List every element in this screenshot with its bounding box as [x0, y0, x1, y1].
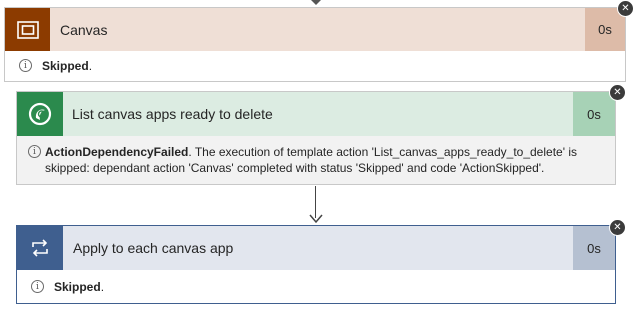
close-icon[interactable]: ✕ — [609, 84, 626, 101]
dataverse-icon — [28, 102, 52, 126]
loop-icon — [32, 239, 48, 257]
info-icon: i — [31, 280, 44, 293]
dataverse-icon-box — [17, 92, 63, 136]
action-status: i ActionDependencyFailed. The execution … — [17, 136, 615, 184]
status-suffix: . — [88, 59, 93, 73]
action-title: Canvas — [60, 21, 108, 38]
action-card-canvas[interactable]: Canvas 0s i Skipped. — [4, 7, 626, 82]
action-header[interactable]: Canvas 0s — [5, 8, 625, 51]
action-title: Apply to each canvas app — [73, 240, 234, 256]
status-label: Skipped — [42, 59, 89, 73]
status-suffix: . — [100, 280, 105, 294]
scope-icon — [16, 20, 39, 39]
info-icon: i — [28, 145, 41, 158]
scope-icon-box — [5, 8, 50, 51]
status-text: Skipped. — [42, 59, 92, 73]
incoming-connector-caret — [311, 0, 321, 5]
arrow-down-icon — [309, 214, 323, 224]
status-label: ActionDependencyFailed — [45, 145, 189, 159]
action-card-list-canvas-apps[interactable]: List canvas apps ready to delete 0s i Ac… — [16, 91, 616, 185]
action-status: i Skipped. — [17, 270, 615, 303]
action-duration: 0s — [573, 92, 615, 136]
info-icon: i — [19, 59, 32, 72]
flow-run-canvas: Canvas 0s i Skipped. ✕ List canvas apps … — [0, 0, 637, 316]
action-title: List canvas apps ready to delete — [72, 106, 273, 122]
status-label: Skipped — [54, 280, 101, 294]
action-card-apply-to-each[interactable]: Apply to each canvas app 0s i Skipped. — [16, 225, 616, 304]
action-header[interactable]: Apply to each canvas app 0s — [17, 226, 615, 270]
status-text: ActionDependencyFailed. The execution of… — [45, 145, 577, 175]
close-icon[interactable]: ✕ — [609, 219, 626, 236]
loop-icon-box — [17, 226, 63, 270]
close-icon[interactable]: ✕ — [617, 0, 634, 17]
action-status: i Skipped. — [5, 51, 625, 82]
action-duration: 0s — [573, 226, 615, 270]
status-text: Skipped. — [54, 280, 104, 294]
action-header[interactable]: List canvas apps ready to delete 0s — [17, 92, 615, 136]
